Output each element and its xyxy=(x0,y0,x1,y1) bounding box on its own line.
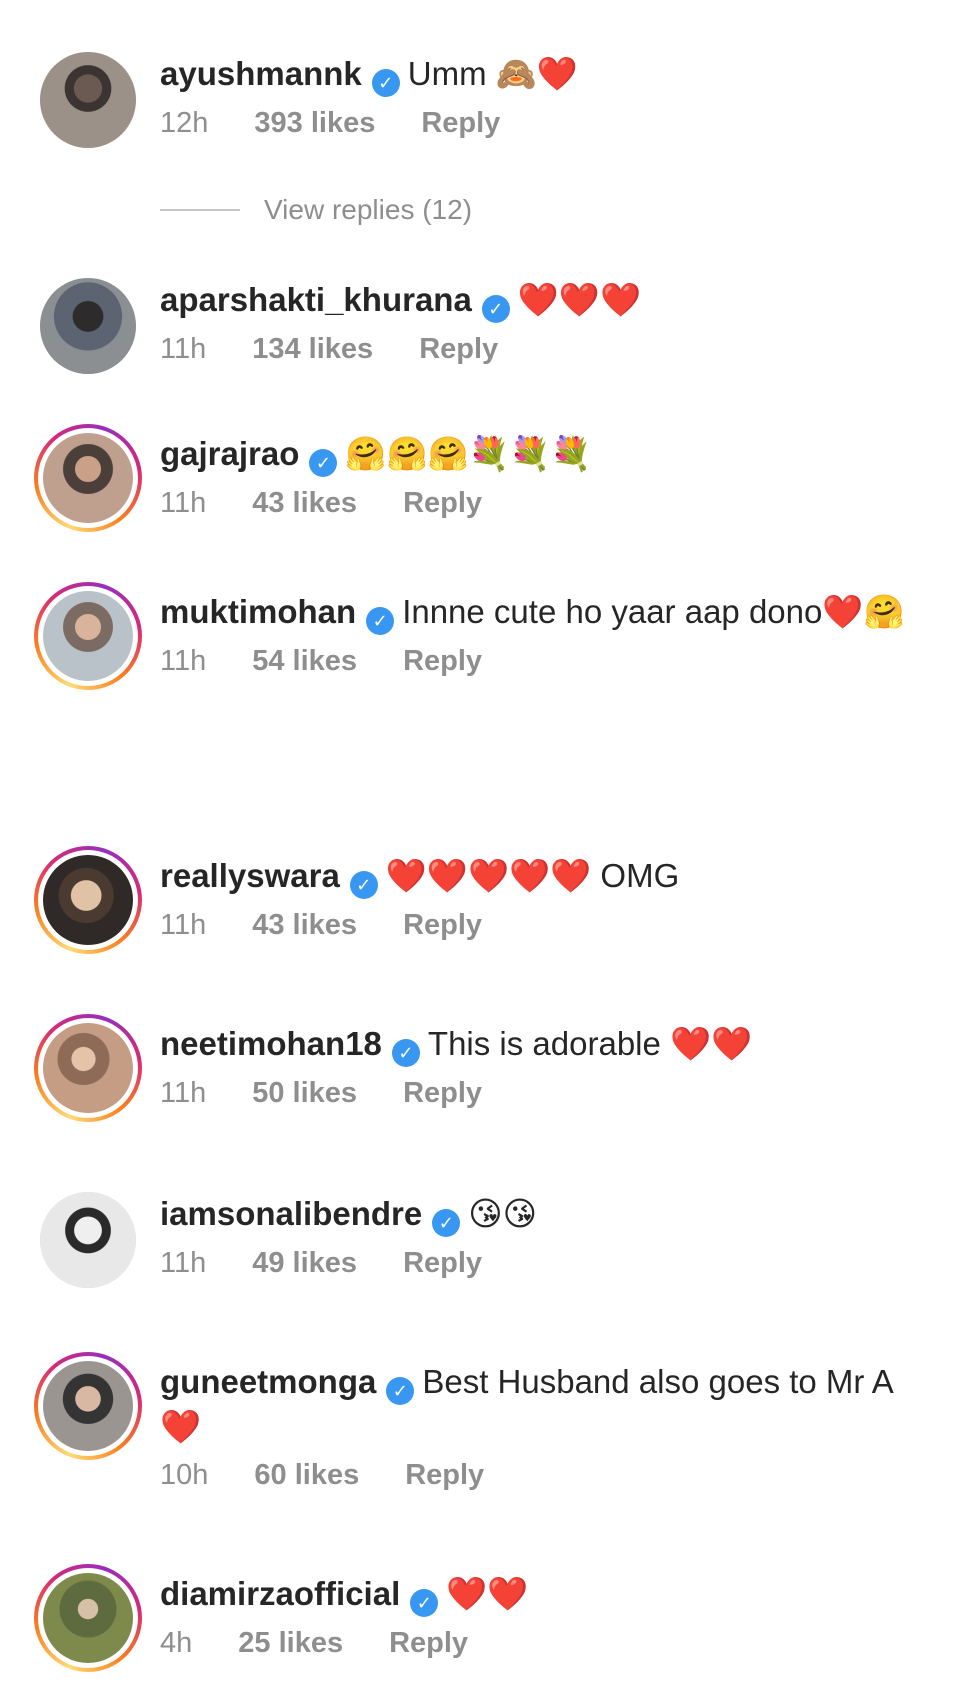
comment-time: 10h xyxy=(160,1459,209,1491)
avatar[interactable] xyxy=(40,1192,136,1288)
verified-badge-icon: ✓ xyxy=(366,607,395,635)
verified-badge-icon: ✓ xyxy=(391,1039,420,1067)
avatar-photo xyxy=(43,1361,133,1451)
verified-badge-icon: ✓ xyxy=(349,871,378,899)
username[interactable]: diamirzaofficial xyxy=(160,1575,400,1612)
comments-list: ayushmannk ✓ Umm 🙈❤️ 12h 393 likes Reply Vie… xyxy=(0,0,975,1698)
comment-text: ❤️❤️ xyxy=(446,1575,529,1612)
verified-badge-icon: ✓ xyxy=(481,295,510,323)
comment-text: 😘😘 xyxy=(468,1195,538,1232)
comment-time: 11h xyxy=(160,333,207,365)
view-replies-button[interactable]: View replies (12) xyxy=(160,192,472,228)
username[interactable]: neetimohan18 xyxy=(160,1025,382,1062)
username[interactable]: muktimohan xyxy=(160,593,356,630)
username[interactable]: iamsonalibendre xyxy=(160,1195,422,1232)
comment-text: This is adorable ❤️❤️ xyxy=(427,1025,753,1062)
avatar-story-ring[interactable] xyxy=(34,1014,142,1122)
reply-button[interactable]: Reply xyxy=(403,487,482,519)
avatar-story-ring[interactable] xyxy=(34,424,142,532)
verified-badge-icon: ✓ xyxy=(410,1589,439,1617)
comment-text: Umm 🙈❤️ xyxy=(407,55,578,92)
verified-badge-icon: ✓ xyxy=(309,449,338,477)
avatar-photo xyxy=(43,591,133,681)
verified-badge-icon: ✓ xyxy=(371,69,400,97)
likes-count[interactable]: 25 likes xyxy=(238,1627,343,1659)
comment-time: 11h xyxy=(160,1247,207,1279)
avatar[interactable] xyxy=(40,52,136,148)
likes-count[interactable]: 49 likes xyxy=(252,1247,357,1279)
comment-time: 11h xyxy=(160,645,207,677)
username[interactable]: reallyswara xyxy=(160,857,340,894)
likes-count[interactable]: 60 likes xyxy=(254,1459,359,1491)
comment-time: 11h xyxy=(160,909,207,941)
avatar-photo xyxy=(43,1573,133,1663)
likes-count[interactable]: 393 likes xyxy=(254,107,375,139)
avatar-photo xyxy=(40,1192,136,1288)
reply-button[interactable]: Reply xyxy=(403,909,482,941)
verified-badge-icon: ✓ xyxy=(386,1377,415,1405)
avatar-photo xyxy=(43,1023,133,1113)
avatar-photo xyxy=(40,278,136,374)
avatar[interactable] xyxy=(40,278,136,374)
username[interactable]: ayushmannk xyxy=(160,55,362,92)
reply-button[interactable]: Reply xyxy=(403,645,482,677)
comment-text: Innne cute ho yaar aap dono❤️🤗 xyxy=(402,593,905,630)
reply-button[interactable]: Reply xyxy=(403,1247,482,1279)
comment-text: 🤗🤗🤗💐💐💐 xyxy=(345,435,592,472)
avatar-story-ring[interactable] xyxy=(34,846,142,954)
likes-count[interactable]: 134 likes xyxy=(252,333,373,365)
username[interactable]: gajrajrao xyxy=(160,435,299,472)
reply-button[interactable]: Reply xyxy=(421,107,500,139)
avatar-story-ring[interactable] xyxy=(34,582,142,690)
likes-count[interactable]: 54 likes xyxy=(252,645,357,677)
reply-button[interactable]: Reply xyxy=(403,1077,482,1109)
reply-button[interactable]: Reply xyxy=(419,333,498,365)
comment-text: ❤️❤️❤️ xyxy=(517,281,642,318)
verified-badge-icon: ✓ xyxy=(432,1209,461,1237)
likes-count[interactable]: 50 likes xyxy=(252,1077,357,1109)
comment-time: 4h xyxy=(160,1627,193,1659)
comment-time: 11h xyxy=(160,1077,207,1109)
avatar-story-ring[interactable] xyxy=(34,1564,142,1672)
avatar-photo xyxy=(40,52,136,148)
comment-time: 11h xyxy=(160,487,207,519)
comment-time: 12h xyxy=(160,107,209,139)
likes-count[interactable]: 43 likes xyxy=(252,487,357,519)
avatar-photo xyxy=(43,855,133,945)
likes-count[interactable]: 43 likes xyxy=(252,909,357,941)
comment-text: ❤️❤️❤️❤️❤️ OMG xyxy=(385,857,680,894)
avatar-story-ring[interactable] xyxy=(34,1352,142,1460)
username[interactable]: aparshakti_khurana xyxy=(160,281,472,318)
reply-button[interactable]: Reply xyxy=(405,1459,484,1491)
avatar-photo xyxy=(43,433,133,523)
reply-button[interactable]: Reply xyxy=(389,1627,468,1659)
username[interactable]: guneetmonga xyxy=(160,1363,376,1400)
replies-divider xyxy=(160,209,240,211)
view-replies-label: View replies (12) xyxy=(264,194,473,225)
